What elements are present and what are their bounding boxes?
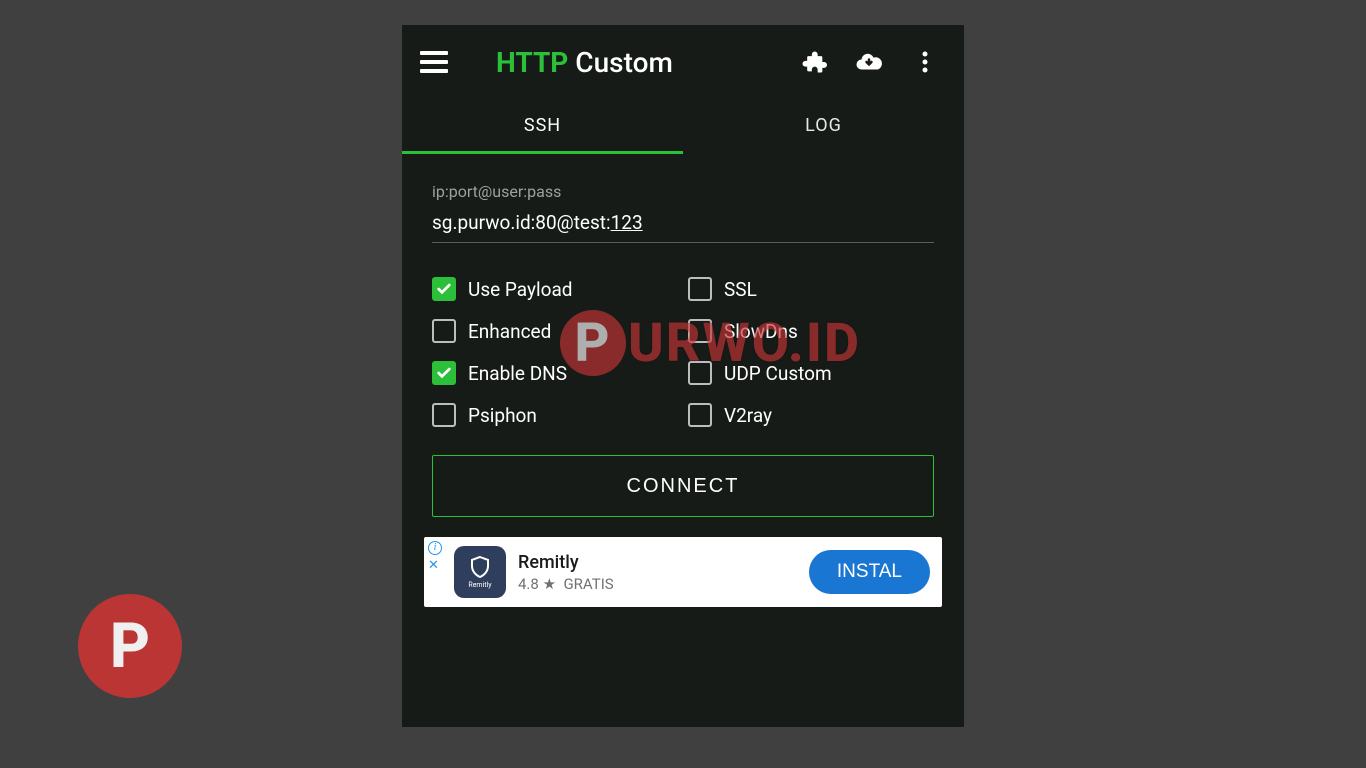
checkbox-label: Enable DNS: [468, 362, 567, 385]
topbar: HTTP Custom: [402, 25, 964, 99]
checkbox-icon: [432, 319, 456, 343]
ad-subtitle: 4.8 ★ GRATIS: [518, 575, 809, 593]
cloud-download-icon[interactable]: [852, 45, 886, 79]
title-custom: Custom: [568, 46, 673, 79]
checkbox-psiphon[interactable]: Psiphon: [432, 403, 678, 427]
checkbox-icon: [688, 403, 712, 427]
checkbox-v2ray[interactable]: V2ray: [688, 403, 934, 427]
checkbox-use-payload[interactable]: Use Payload: [432, 277, 678, 301]
ad-badge: i ✕: [428, 541, 442, 572]
checkbox-label: SlowDns: [724, 320, 798, 343]
ssh-field-label: ip:port@user:pass: [432, 182, 934, 201]
checkbox-udp-custom[interactable]: UDP Custom: [688, 361, 934, 385]
extension-icon[interactable]: [796, 45, 830, 79]
checkbox-label: UDP Custom: [724, 362, 832, 385]
checkbox-enable-dns[interactable]: Enable DNS: [432, 361, 678, 385]
ad-app-icon: Remitly: [454, 546, 506, 598]
menu-icon[interactable]: [420, 45, 454, 79]
checkbox-label: Enhanced: [468, 320, 551, 343]
checkbox-icon: [688, 319, 712, 343]
ssh-field[interactable]: sg.purwo.id:80@test:123: [432, 205, 934, 243]
checkbox-icon: [432, 361, 456, 385]
logo-badge: P: [78, 594, 182, 698]
title-http: HTTP: [496, 46, 568, 79]
ad-install-button[interactable]: INSTAL: [809, 550, 930, 594]
checkbox-slowdns[interactable]: SlowDns: [688, 319, 934, 343]
info-icon[interactable]: i: [428, 541, 442, 555]
checkbox-icon: [688, 277, 712, 301]
app-window: HTTP Custom SSH LOG ip:port@user:pass sg…: [402, 25, 964, 727]
checkbox-icon: [432, 277, 456, 301]
ad-text: Remitly 4.8 ★ GRATIS: [518, 552, 809, 593]
app-title: HTTP Custom: [496, 46, 774, 79]
content: ip:port@user:pass sg.purwo.id:80@test:12…: [402, 154, 964, 517]
close-icon[interactable]: ✕: [428, 559, 442, 572]
more-icon[interactable]: [908, 45, 942, 79]
checkbox-label: Psiphon: [468, 404, 537, 427]
checkbox-ssl[interactable]: SSL: [688, 277, 934, 301]
options-grid: Use Payload SSL Enhanced SlowDns Enable …: [432, 277, 934, 427]
connect-button[interactable]: CONNECT: [432, 455, 934, 517]
checkbox-label: V2ray: [724, 404, 772, 427]
checkbox-icon: [432, 403, 456, 427]
checkbox-label: Use Payload: [468, 278, 573, 301]
ad-banner[interactable]: i ✕ Remitly Remitly 4.8 ★ GRATIS INSTAL: [424, 537, 942, 607]
tab-ssh[interactable]: SSH: [402, 99, 683, 154]
tab-log[interactable]: LOG: [683, 99, 964, 154]
checkbox-icon: [688, 361, 712, 385]
checkbox-enhanced[interactable]: Enhanced: [432, 319, 678, 343]
checkbox-label: SSL: [724, 278, 757, 301]
ad-title: Remitly: [518, 552, 809, 573]
tabs: SSH LOG: [402, 99, 964, 154]
